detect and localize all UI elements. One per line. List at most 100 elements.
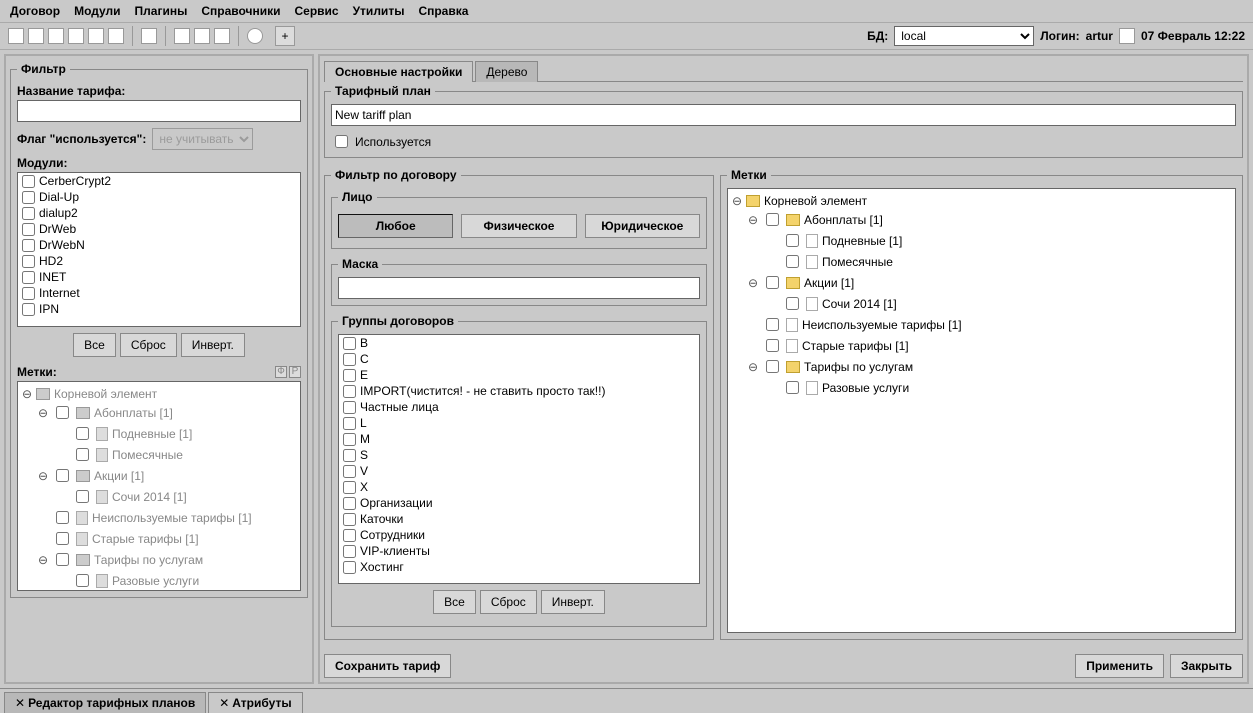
toolbar-icon-new[interactable] [8, 28, 24, 44]
tree-node[interactable]: ⊖Абонплаты [1] [22, 402, 296, 423]
group-item[interactable]: C [339, 351, 699, 367]
tree-twisty-icon[interactable]: ⊖ [38, 553, 48, 567]
tree-node[interactable]: Неиспользуемые тарифы [1] [22, 507, 296, 528]
settings-tab[interactable]: Дерево [475, 61, 538, 82]
group-item[interactable]: Хостинг [339, 559, 699, 575]
tree-checkbox[interactable] [56, 469, 69, 482]
module-item[interactable]: Internet [18, 285, 300, 301]
tree-twisty-icon[interactable]: ⊖ [748, 276, 758, 290]
group-item[interactable]: VIP-клиенты [339, 543, 699, 559]
modules-list[interactable]: CerberCrypt2Dial-Updialup2DrWebDrWebNHD2… [17, 172, 301, 327]
toolbar-icon-open[interactable] [28, 28, 44, 44]
group-checkbox[interactable] [343, 433, 356, 446]
tree-node[interactable]: ⊖Корневой элемент [732, 193, 1231, 209]
close-btn[interactable]: Закрыть [1170, 654, 1243, 678]
module-checkbox[interactable] [22, 223, 35, 236]
tree-checkbox[interactable] [766, 276, 779, 289]
toolbar-icon-window1[interactable] [174, 28, 190, 44]
tariff-name-input[interactable] [17, 100, 301, 122]
menu-item[interactable]: Сервис [294, 4, 338, 18]
tree-checkbox[interactable] [76, 574, 89, 587]
toolbar-add-btn[interactable]: + [275, 26, 295, 46]
tree-checkbox[interactable] [56, 532, 69, 545]
tree-node[interactable]: Подневные [1] [22, 423, 296, 444]
group-checkbox[interactable] [343, 561, 356, 574]
tree-node[interactable]: Старые тарифы [1] [22, 528, 296, 549]
labels-f-icon[interactable]: Ф [275, 366, 287, 378]
tree-checkbox[interactable] [56, 553, 69, 566]
menu-item[interactable]: Договор [10, 4, 60, 18]
module-item[interactable]: DrWebN [18, 237, 300, 253]
module-item[interactable]: CerberCrypt2 [18, 173, 300, 189]
groups-list[interactable]: BCEIMPORT(чистится! - не ставить просто … [338, 334, 700, 584]
tree-checkbox[interactable] [56, 406, 69, 419]
save-tariff-btn[interactable]: Сохранить тариф [324, 654, 451, 678]
group-item[interactable]: X [339, 479, 699, 495]
menu-item[interactable]: Справка [418, 4, 468, 18]
module-item[interactable]: DrWeb [18, 221, 300, 237]
module-checkbox[interactable] [22, 255, 35, 268]
tree-twisty-icon[interactable]: ⊖ [38, 469, 48, 483]
tree-checkbox[interactable] [766, 213, 779, 226]
tree-node[interactable]: Помесячные [22, 444, 296, 465]
module-checkbox[interactable] [22, 191, 35, 204]
flag-select[interactable]: не учитывать [152, 128, 253, 150]
tree-node[interactable]: ⊖Акции [1] [22, 465, 296, 486]
tree-checkbox[interactable] [766, 360, 779, 373]
group-checkbox[interactable] [343, 497, 356, 510]
group-checkbox[interactable] [343, 337, 356, 350]
module-item[interactable]: INET [18, 269, 300, 285]
group-item[interactable]: B [339, 335, 699, 351]
menu-item[interactable]: Справочники [201, 4, 280, 18]
db-select[interactable]: local [894, 26, 1034, 46]
module-checkbox[interactable] [22, 175, 35, 188]
toolbar-icon-refresh[interactable] [247, 28, 263, 44]
group-checkbox[interactable] [343, 417, 356, 430]
group-checkbox[interactable] [343, 465, 356, 478]
module-item[interactable]: Dial-Up [18, 189, 300, 205]
tree-node[interactable]: ⊖Абонплаты [1] [732, 209, 1231, 230]
tree-node[interactable]: Старые тарифы [1] [732, 335, 1231, 356]
plan-used-checkbox[interactable] [335, 135, 348, 148]
modules-all-btn[interactable]: Все [73, 333, 116, 357]
bottom-tab[interactable]: ✕ Редактор тарифных планов [4, 692, 206, 713]
menu-item[interactable]: Модули [74, 4, 120, 18]
group-checkbox[interactable] [343, 529, 356, 542]
group-item[interactable]: S [339, 447, 699, 463]
tree-twisty-icon[interactable]: ⊖ [748, 360, 758, 374]
tree-checkbox[interactable] [76, 427, 89, 440]
tree-twisty-icon[interactable]: ⊖ [732, 194, 742, 208]
bottom-tab[interactable]: ✕ Атрибуты [208, 692, 302, 713]
tree-node[interactable]: Сочи 2014 [1] [732, 293, 1231, 314]
settings-tab[interactable]: Основные настройки [324, 61, 473, 82]
group-item[interactable]: M [339, 431, 699, 447]
group-checkbox[interactable] [343, 545, 356, 558]
tree-node[interactable]: Неиспользуемые тарифы [1] [732, 314, 1231, 335]
groups-all-btn[interactable]: Все [433, 590, 476, 614]
labels-tree[interactable]: ⊖Корневой элемент⊖Абонплаты [1]Подневные… [727, 188, 1236, 633]
toolbar-icon-user[interactable] [141, 28, 157, 44]
face-btn[interactable]: Любое [338, 214, 453, 238]
toolbar-icon-paste[interactable] [108, 28, 124, 44]
group-checkbox[interactable] [343, 513, 356, 526]
modules-reset-btn[interactable]: Сброс [120, 333, 177, 357]
tree-checkbox[interactable] [786, 381, 799, 394]
group-item[interactable]: Организации [339, 495, 699, 511]
module-checkbox[interactable] [22, 287, 35, 300]
labels-p-icon[interactable]: Р [289, 366, 301, 378]
tree-twisty-icon[interactable]: ⊖ [22, 387, 32, 401]
group-checkbox[interactable] [343, 353, 356, 366]
group-checkbox[interactable] [343, 449, 356, 462]
tree-node[interactable]: ⊖Акции [1] [732, 272, 1231, 293]
module-item[interactable]: IPN [18, 301, 300, 317]
tree-node[interactable]: ⊖Тарифы по услугам [22, 549, 296, 570]
toolbar-icon-window2[interactable] [194, 28, 210, 44]
apply-btn[interactable]: Применить [1075, 654, 1164, 678]
module-item[interactable]: HD2 [18, 253, 300, 269]
module-checkbox[interactable] [22, 271, 35, 284]
groups-reset-btn[interactable]: Сброс [480, 590, 537, 614]
group-item[interactable]: IMPORT(чистится! - не ставить просто так… [339, 383, 699, 399]
tree-checkbox[interactable] [786, 297, 799, 310]
group-checkbox[interactable] [343, 481, 356, 494]
group-checkbox[interactable] [343, 401, 356, 414]
